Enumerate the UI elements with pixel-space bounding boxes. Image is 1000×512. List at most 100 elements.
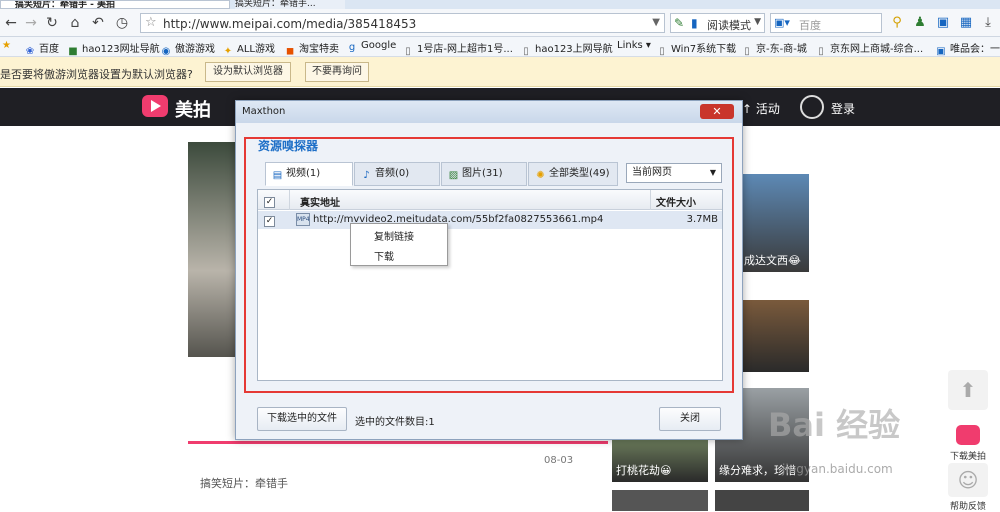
thumbnail[interactable] <box>715 490 809 511</box>
bookmark-label: 淘宝特卖 <box>299 44 339 55</box>
activity-label: 活动 <box>755 102 780 116</box>
browser-toolbar: ← → ↻ ⌂ ↶ ◷ ☆ http://www.meipai.com/medi… <box>0 9 1000 37</box>
tab-audio[interactable]: ♪ 音频(0) <box>354 162 440 186</box>
search-icon[interactable]: ⚲ <box>889 15 905 31</box>
bookmark-item[interactable]: ▯ 京东网上商城-综合... <box>815 40 923 58</box>
undo-icon[interactable]: ↶ <box>89 14 107 32</box>
scope-select[interactable]: 当前网页 ▼ <box>626 163 722 183</box>
favorite-star-icon[interactable]: ☆ <box>145 15 157 30</box>
bookmark-label: hao123上网导航 <box>535 44 613 55</box>
sun-icon: ✺ <box>536 170 545 181</box>
download-icon[interactable]: ⤓ <box>980 15 996 31</box>
video-player[interactable] <box>188 142 235 357</box>
thumbnail-caption: 打桃花劫😀 <box>616 464 672 477</box>
refresh-icon[interactable]: ↻ <box>43 14 61 32</box>
history-icon[interactable]: ◷ <box>113 14 131 32</box>
bookmark-item[interactable]: ❀ 百度 <box>24 40 59 58</box>
bookmark-item[interactable]: ◉ 傲游游戏 <box>160 40 215 58</box>
tab-video[interactable]: ▤ 视频(1) <box>265 162 353 186</box>
site-name[interactable]: 美拍 <box>175 96 211 122</box>
bookmark-label: Google <box>361 40 397 51</box>
set-default-button[interactable]: 设为默认浏览器 <box>205 62 291 82</box>
home-icon[interactable]: ⌂ <box>66 14 84 32</box>
tab-active[interactable]: 搞笑短片：牵错手 - 美拍 <box>0 0 230 9</box>
resource-list: ✓ 真实地址 文件大小 ✓ MP4 http://mvvideo2.meitud… <box>257 189 723 381</box>
film-icon: ▤ <box>272 170 283 181</box>
meipai-logo-icon[interactable] <box>142 95 168 117</box>
select-all-checkbox[interactable]: ✓ <box>264 194 275 208</box>
row-size: 3.7MB <box>686 214 718 225</box>
chevron-down-icon[interactable]: ▼ <box>754 17 761 27</box>
thumbnail[interactable]: 打桃花劫😀 <box>612 440 708 482</box>
scope-value: 当前网页 <box>632 167 672 178</box>
thumbnail[interactable]: 成达文西😂 <box>740 174 809 272</box>
search-input[interactable]: 百度 <box>799 17 821 33</box>
dialog-heading: 资源嗅探器 <box>258 139 319 153</box>
tab-inactive[interactable]: 搞笑短片：牵错手... <box>235 0 345 9</box>
user-icon[interactable]: ♟ <box>912 15 928 31</box>
watermark-brand: Bai 经验 <box>768 406 901 444</box>
address-bar[interactable]: ☆ http://www.meipai.com/media/385418453 … <box>140 13 665 33</box>
bookmark-item[interactable]: ▯ Win7系统下载 <box>656 40 736 58</box>
bookmark-label: 唯品会：一... <box>950 44 1000 55</box>
login-link[interactable]: 登录 <box>831 100 855 117</box>
back-to-top-button[interactable]: ⬆ <box>948 370 988 410</box>
avatar[interactable] <box>800 95 824 119</box>
bookmark-item[interactable]: ▣唯品会：一... <box>935 40 1000 58</box>
search-engine-icon[interactable]: ▣▾ <box>774 16 790 29</box>
column-divider <box>289 190 290 210</box>
download-app-label[interactable]: 下载美拍 <box>946 449 990 462</box>
feedback-button[interactable]: ☺ <box>948 463 988 497</box>
tab-title: 搞笑短片：牵错手 - 美拍 <box>15 0 116 9</box>
screenshot-icon[interactable]: ▣ <box>935 15 951 31</box>
column-size[interactable]: 文件大小 <box>656 194 696 209</box>
menu-item-download[interactable]: 下载 <box>374 248 394 263</box>
close-button[interactable]: 关闭 <box>659 407 721 431</box>
watermark-domain: jingyan.baidu.com <box>782 462 893 476</box>
bookmark-item[interactable]: ◼ 淘宝特卖 <box>284 40 339 58</box>
thumbnail[interactable] <box>740 300 809 372</box>
search-box[interactable]: ▣▾ 百度 <box>770 13 882 33</box>
bookmark-item[interactable]: ✦ ALL游戏 <box>222 40 275 58</box>
music-icon: ♪ <box>363 170 370 181</box>
bookmark-item[interactable]: ▯ 京-东-商-城 <box>741 40 807 58</box>
tab-label: 视频(1) <box>286 168 321 179</box>
bookmark-label: 1号店-网上超市1号... <box>417 44 513 55</box>
forward-icon[interactable]: → <box>22 14 40 32</box>
column-url[interactable]: 真实地址 <box>300 194 340 209</box>
download-selected-button[interactable]: 下载选中的文件 <box>257 407 347 431</box>
read-mode-label: 阅读模式 <box>707 19 751 32</box>
address-url[interactable]: http://www.meipai.com/media/385418453 <box>163 17 416 31</box>
activity-link[interactable]: ↑ 活动 <box>742 100 780 117</box>
extension-icon[interactable]: ▦ <box>958 15 974 31</box>
menu-item-copy-link[interactable]: 复制链接 <box>374 228 414 243</box>
close-icon[interactable]: ✕ <box>700 104 734 119</box>
selected-count: 选中的文件数目:1 <box>355 417 435 428</box>
feedback-label[interactable]: 帮助反馈 <box>946 499 990 512</box>
dialog-title-bar[interactable]: Maxthon ✕ <box>236 101 742 123</box>
arrow-up-icon: ⬆ <box>959 378 977 402</box>
row-checkbox[interactable]: ✓ <box>264 213 275 227</box>
bookmark-item[interactable]: Links ▾ <box>617 40 651 51</box>
dialog-title: Maxthon <box>242 106 286 117</box>
tab-label: 音频(0) <box>375 168 410 179</box>
table-row[interactable]: ✓ MP4 http://mvvideo2.meitudata.com/55bf… <box>258 211 722 229</box>
baidu-watermark-url: jingyan.baidu.com <box>782 462 893 476</box>
address-dropdown-icon[interactable]: ▼ <box>652 17 660 28</box>
bookmark-item[interactable]: ▯ hao123上网导航 <box>520 40 613 58</box>
sniffer-icon[interactable]: ✎ <box>674 16 684 30</box>
tab-image[interactable]: ▨ 图片(31) <box>441 162 527 186</box>
thumbnail[interactable] <box>612 490 708 511</box>
bookmark-star-icon[interactable]: ★ <box>2 40 11 51</box>
bookmark-label: hao123网址导航 <box>82 44 160 55</box>
bookmark-item[interactable]: ■ hao123网址导航 <box>67 40 160 58</box>
video-file-icon: MP4 <box>296 213 310 226</box>
read-mode-button[interactable]: ✎ ▮ 阅读模式 ▼ <box>670 13 765 33</box>
download-app-icon[interactable] <box>956 425 980 445</box>
bookmark-item[interactable]: ▯ 1号店-网上超市1号... <box>402 40 513 58</box>
tab-label: 全部类型(49) <box>549 168 610 179</box>
bookmark-item[interactable]: g Google <box>346 40 396 54</box>
back-icon[interactable]: ← <box>2 14 20 32</box>
dont-ask-button[interactable]: 不要再询问 <box>305 62 369 82</box>
tab-all[interactable]: ✺ 全部类型(49) <box>528 162 618 186</box>
